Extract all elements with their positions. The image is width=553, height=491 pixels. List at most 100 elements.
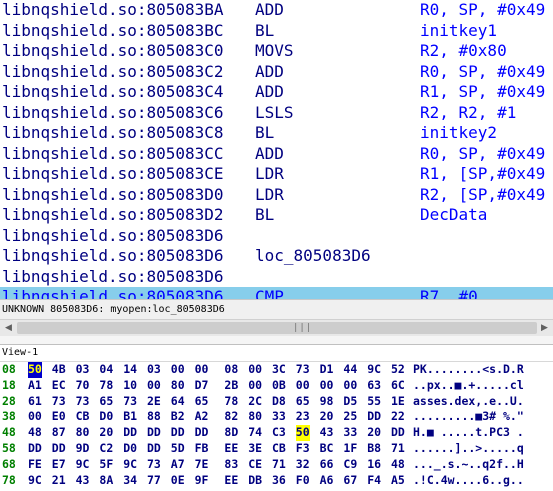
- disasm-operands[interactable]: R1, [SP,#0x49: [420, 164, 545, 185]
- hex-row[interactable]: 18 A1 EC 70 78 10 00 80 D7 2B 00 0B 00 00 00 63 6C ..px..…: [0, 378, 553, 394]
- hex-byte[interactable]: E0: [52, 409, 66, 425]
- hex-row[interactable]: 58 DD DD 9D C2 D0 DD 5D FB EE 3E CB F3 BC 1F B8 71......…: [0, 441, 553, 457]
- hex-byte[interactable]: 65: [296, 394, 310, 410]
- disasm-line[interactable]: libnqshield.so:805083C0 MOVS R2, #0x80: [0, 41, 553, 62]
- hex-byte[interactable]: B1: [123, 409, 137, 425]
- disasm-line[interactable]: libnqshield.so:805083D2 BL DecData: [0, 205, 553, 226]
- pane-splitter[interactable]: [0, 336, 553, 344]
- hex-view[interactable]: View-1 08 50 4B 03 04 14 03 00 00 08 00 3C 73 D1 44 9C 5…: [0, 344, 553, 491]
- hex-byte[interactable]: 9C: [123, 457, 137, 473]
- disasm-operands[interactable]: R0, SP, #0x49: [420, 62, 545, 83]
- disasm-operands[interactable]: R2, [SP,#0x49: [420, 185, 545, 206]
- disasm-operands[interactable]: R0, SP, #0x49: [420, 144, 545, 165]
- disasm-line[interactable]: libnqshield.so:805083D6: [0, 267, 553, 288]
- hex-byte[interactable]: 83: [224, 457, 238, 473]
- horizontal-scrollbar[interactable]: ◀ ||| ▶: [0, 319, 553, 336]
- hex-byte[interactable]: C3: [272, 425, 286, 441]
- disasm-line[interactable]: libnqshield.so:805083D6 CMP R7, #0: [0, 287, 553, 299]
- hex-byte[interactable]: 2C: [248, 394, 262, 410]
- hex-byte[interactable]: DD: [367, 409, 381, 425]
- hex-byte[interactable]: 5D: [171, 441, 185, 457]
- hex-byte[interactable]: BC: [320, 441, 334, 457]
- hex-byte[interactable]: 6C: [391, 378, 405, 394]
- disasm-line[interactable]: libnqshield.so:805083C2 ADD R0, SP, #0x49: [0, 62, 553, 83]
- hex-byte[interactable]: 10: [123, 378, 137, 394]
- disasm-line[interactable]: libnqshield.so:805083D0 LDR R2, [SP,#0x49: [0, 185, 553, 206]
- hex-byte[interactable]: A1: [28, 378, 42, 394]
- hex-ascii[interactable]: ......]..>.....q: [413, 441, 524, 457]
- hex-byte[interactable]: 66: [320, 457, 334, 473]
- disasm-mnemonic[interactable]: ADD: [255, 62, 284, 83]
- hex-byte[interactable]: A2: [195, 409, 209, 425]
- disasm-mnemonic[interactable]: BL: [255, 21, 274, 42]
- disasm-mnemonic[interactable]: LSLS: [255, 103, 294, 124]
- hex-byte[interactable]: 04: [99, 362, 113, 378]
- hex-byte[interactable]: 2B: [224, 378, 238, 394]
- hex-byte[interactable]: DB: [248, 473, 262, 489]
- hex-byte[interactable]: 3E: [248, 441, 262, 457]
- hex-byte[interactable]: DD: [171, 425, 185, 441]
- hex-byte[interactable]: 0E: [171, 473, 185, 489]
- hex-byte[interactable]: DD: [52, 441, 66, 457]
- hex-byte[interactable]: 73: [76, 394, 90, 410]
- disasm-operands[interactable]: initkey1: [420, 21, 497, 42]
- hex-byte[interactable]: 00: [320, 378, 334, 394]
- hex-byte[interactable]: B8: [367, 441, 381, 457]
- hex-byte[interactable]: 9F: [195, 473, 209, 489]
- hex-byte[interactable]: 73: [147, 457, 161, 473]
- hex-byte[interactable]: 52: [391, 362, 405, 378]
- hex-byte[interactable]: DD: [28, 441, 42, 457]
- hex-byte[interactable]: 8D: [224, 425, 238, 441]
- hex-byte[interactable]: A7: [171, 457, 185, 473]
- hex-byte[interactable]: EC: [52, 378, 66, 394]
- hex-byte[interactable]: 9C: [28, 473, 42, 489]
- disasm-mnemonic[interactable]: ADD: [255, 144, 284, 165]
- hex-byte[interactable]: 73: [296, 362, 310, 378]
- disasm-line[interactable]: libnqshield.so:805083D6 loc_805083D6: [0, 246, 553, 267]
- hex-byte[interactable]: 36: [272, 473, 286, 489]
- hex-byte[interactable]: 9C: [367, 362, 381, 378]
- disasm-operands[interactable]: R2, R2, #1: [420, 103, 516, 124]
- hex-byte[interactable]: 50: [28, 362, 42, 378]
- disasm-mnemonic[interactable]: ADD: [255, 82, 284, 103]
- hex-byte[interactable]: 1E: [391, 394, 405, 410]
- hex-ascii[interactable]: ..px..■.+.....cl: [413, 378, 524, 394]
- hex-byte[interactable]: 73: [123, 394, 137, 410]
- hex-byte[interactable]: 71: [272, 457, 286, 473]
- disasm-mnemonic[interactable]: CMP: [255, 287, 284, 299]
- disasm-line[interactable]: libnqshield.so:805083D6: [0, 226, 553, 247]
- hex-byte[interactable]: D0: [123, 441, 137, 457]
- hex-byte[interactable]: 82: [224, 409, 238, 425]
- hex-byte[interactable]: 16: [367, 457, 381, 473]
- hex-byte[interactable]: DD: [195, 425, 209, 441]
- hex-byte[interactable]: 73: [52, 394, 66, 410]
- disasm-mnemonic[interactable]: MOVS: [255, 41, 294, 62]
- scroll-right-icon[interactable]: ▶: [536, 320, 553, 336]
- hex-row[interactable]: 38 00 E0 CB D0 B1 88 B2 A2 82 80 33 23 20 25 DD 22......…: [0, 409, 553, 425]
- disasm-line[interactable]: libnqshield.so:805083BC BL initkey1: [0, 21, 553, 42]
- disasm-mnemonic[interactable]: ADD: [255, 0, 284, 21]
- hex-byte[interactable]: C2: [99, 441, 113, 457]
- hex-byte[interactable]: 77: [147, 473, 161, 489]
- hex-byte[interactable]: 70: [76, 378, 90, 394]
- disasm-operands[interactable]: DecData: [420, 205, 487, 226]
- hex-byte[interactable]: 78: [224, 394, 238, 410]
- hex-byte[interactable]: 00: [147, 378, 161, 394]
- hex-byte[interactable]: B2: [171, 409, 185, 425]
- disasm-line[interactable]: libnqshield.so:805083CC ADD R0, SP, #0x49: [0, 144, 553, 165]
- hex-byte[interactable]: EE: [224, 473, 238, 489]
- hex-byte[interactable]: 00: [343, 378, 357, 394]
- hex-byte[interactable]: E7: [52, 457, 66, 473]
- hex-byte[interactable]: 4B: [52, 362, 66, 378]
- hex-row[interactable]: 08 50 4B 03 04 14 03 00 00 08 00 3C 73 D1 44 9C 52 PK....…: [0, 362, 553, 378]
- hex-byte[interactable]: A5: [391, 473, 405, 489]
- hex-byte[interactable]: 33: [343, 425, 357, 441]
- hex-byte[interactable]: 80: [171, 378, 185, 394]
- hex-byte[interactable]: D8: [272, 394, 286, 410]
- hex-byte[interactable]: F3: [296, 441, 310, 457]
- hex-row[interactable]: 68 FE E7 9C 5F 9C 73 A7 7E 83 CE 71 32 66 C9 16 48 ..._.s…: [0, 457, 553, 473]
- hex-byte[interactable]: 9C: [76, 457, 90, 473]
- hex-byte[interactable]: F4: [367, 473, 381, 489]
- hex-byte[interactable]: CB: [272, 441, 286, 457]
- hex-byte[interactable]: 80: [248, 409, 262, 425]
